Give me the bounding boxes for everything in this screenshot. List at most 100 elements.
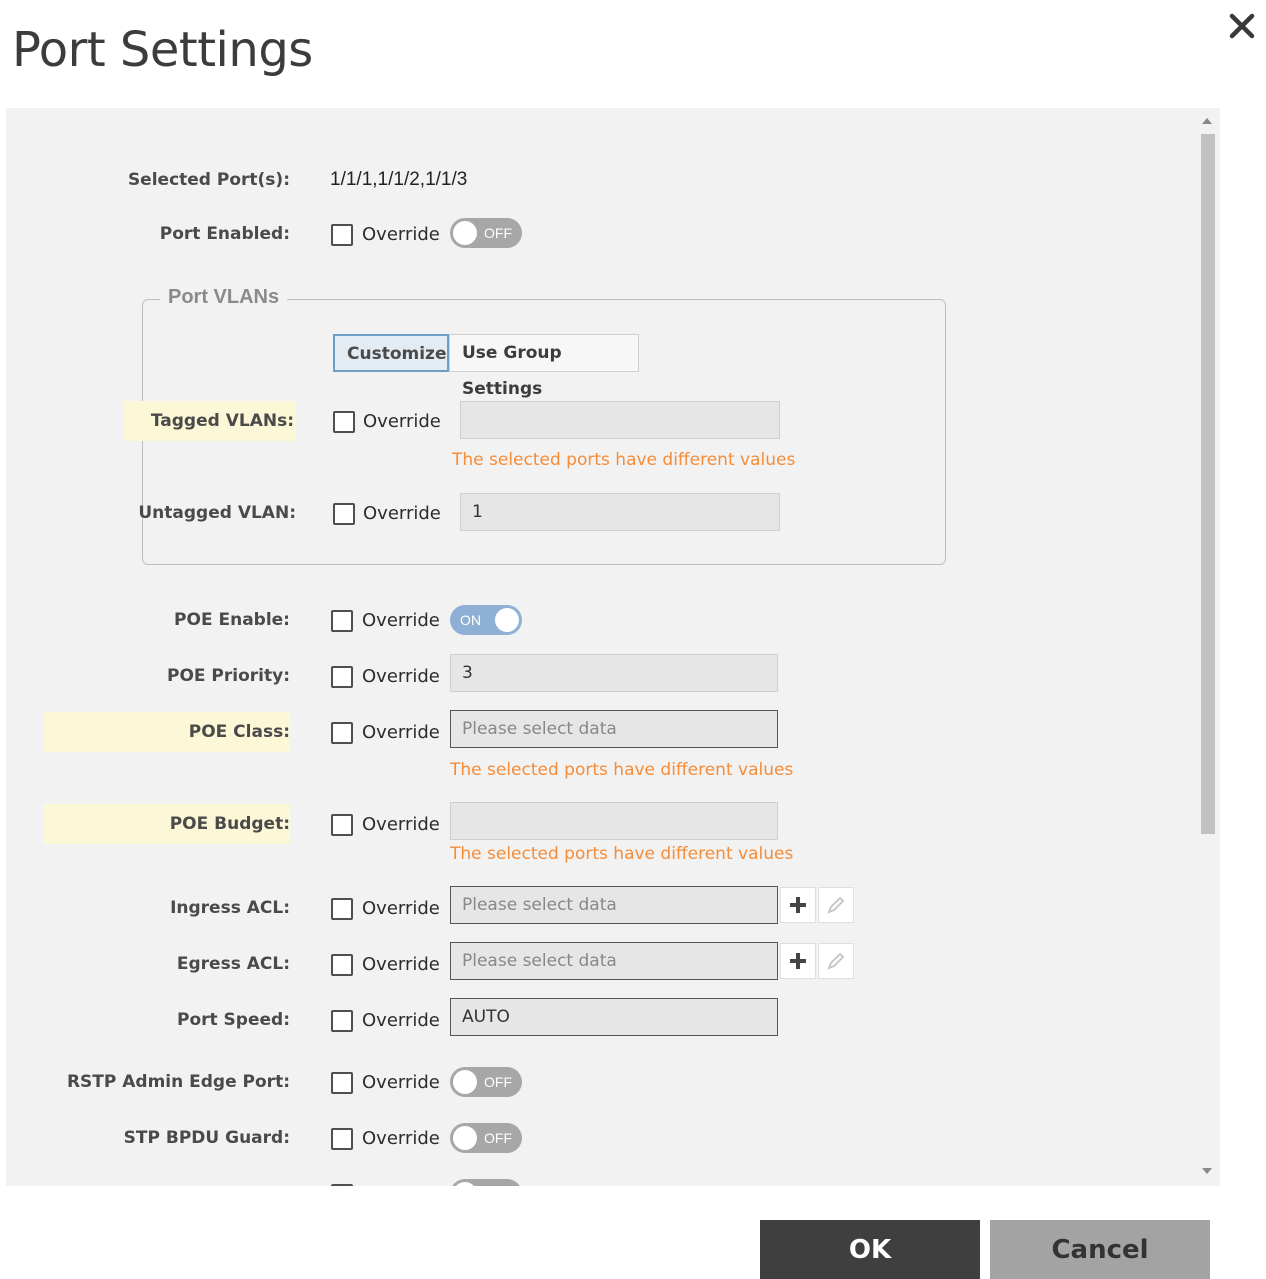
row-partially-visible — [6, 1174, 1196, 1186]
poe-class-warning: The selected ports have different values — [450, 760, 794, 780]
tab-customize[interactable]: Customize — [333, 334, 449, 372]
dialog-title: Port Settings — [12, 22, 313, 78]
row-tagged-vlans: Tagged VLANs: Override — [6, 401, 1196, 441]
toggle-knob — [453, 1070, 477, 1094]
row-ingress-acl: Ingress ACL: Override Please select data — [6, 886, 1196, 928]
scroll-down-arrow-icon[interactable] — [1202, 1168, 1212, 1174]
tagged-vlans-input[interactable] — [460, 401, 780, 439]
stp-bpdu-guard-toggle[interactable]: OFF — [450, 1123, 522, 1153]
row-egress-acl: Egress ACL: Override Please select data — [6, 942, 1196, 984]
row-port-enabled: Port Enabled: Override OFF — [6, 214, 1196, 254]
row-port-speed: Port Speed: Override AUTO — [6, 998, 1196, 1040]
port-enabled-override-label: Override — [362, 224, 440, 245]
poe-class-placeholder: Please select data — [462, 719, 617, 739]
scroll-up-arrow-icon[interactable] — [1202, 118, 1212, 124]
tagged-vlans-warning: The selected ports have different values — [452, 450, 796, 470]
cancel-button[interactable]: Cancel — [990, 1220, 1210, 1279]
tagged-vlans-override-label: Override — [363, 411, 441, 432]
toggle-knob — [495, 608, 519, 632]
close-button[interactable] — [1224, 8, 1260, 44]
poe-enable-label: POE Enable: — [174, 610, 290, 630]
poe-budget-warning: The selected ports have different values — [450, 844, 794, 864]
row-selected-ports: Selected Port(s): 1/1/1,1/1/2,1/1/3 — [6, 160, 1196, 200]
row-poe-budget: POE Budget: Override — [6, 802, 1196, 844]
port-enabled-label: Port Enabled: — [159, 224, 290, 244]
toggle-state-label: OFF — [484, 1130, 512, 1146]
poe-enable-override-checkbox[interactable] — [331, 610, 353, 632]
untagged-vlan-label: Untagged VLAN: — [138, 503, 296, 523]
rstp-admin-edge-toggle[interactable]: OFF — [450, 1067, 522, 1097]
rstp-admin-edge-port-label: RSTP Admin Edge Port: — [66, 1072, 290, 1092]
egress-acl-add-button[interactable] — [780, 943, 816, 979]
egress-acl-select[interactable]: Please select data — [450, 942, 778, 980]
stp-bpdu-guard-label: STP BPDU Guard: — [123, 1128, 290, 1148]
scrollbar-thumb[interactable] — [1201, 134, 1215, 834]
poe-priority-override-checkbox[interactable] — [331, 666, 353, 688]
port-speed-override-label: Override — [362, 1010, 440, 1031]
ok-button[interactable]: OK — [760, 1220, 980, 1279]
egress-acl-override-checkbox[interactable] — [331, 954, 353, 976]
tab-use-group-settings[interactable]: Use Group Settings — [449, 334, 639, 399]
pencil-icon — [827, 952, 845, 970]
poe-enable-override-label: Override — [362, 610, 440, 631]
port-enabled-toggle[interactable]: OFF — [450, 218, 522, 248]
stp-bpdu-guard-override-checkbox[interactable] — [331, 1128, 353, 1150]
poe-budget-override-checkbox[interactable] — [331, 814, 353, 836]
port-speed-label: Port Speed: — [176, 1010, 290, 1030]
partial-toggle[interactable] — [450, 1179, 522, 1186]
row-untagged-vlan: Untagged VLAN: Override 1 — [6, 493, 1196, 533]
ingress-acl-override-checkbox[interactable] — [331, 898, 353, 920]
poe-class-select[interactable]: Please select data — [450, 710, 778, 748]
plus-icon — [790, 953, 806, 969]
egress-acl-override-label: Override — [362, 954, 440, 975]
ingress-acl-select[interactable]: Please select data — [450, 886, 778, 924]
tagged-vlans-label: Tagged VLANs: — [124, 401, 296, 441]
untagged-vlan-override-checkbox[interactable] — [333, 503, 355, 525]
poe-priority-input[interactable]: 3 — [450, 654, 778, 692]
port-vlans-legend: Port VLANs — [160, 286, 288, 309]
ingress-acl-add-button[interactable] — [780, 887, 816, 923]
port-enabled-override-checkbox[interactable] — [331, 224, 353, 246]
rstp-admin-edge-override-checkbox[interactable] — [331, 1072, 353, 1094]
selected-ports-label: Selected Port(s): — [127, 170, 290, 190]
toggle-knob — [453, 1182, 477, 1186]
egress-acl-placeholder: Please select data — [462, 951, 617, 971]
poe-budget-input[interactable] — [450, 802, 778, 840]
rstp-admin-edge-override-label: Override — [362, 1072, 440, 1093]
poe-budget-label: POE Budget: — [44, 804, 290, 844]
poe-enable-toggle[interactable]: ON — [450, 605, 522, 635]
egress-acl-edit-button[interactable] — [818, 943, 854, 979]
port-speed-override-checkbox[interactable] — [331, 1010, 353, 1032]
ingress-acl-label: Ingress ACL: — [170, 898, 290, 918]
row-poe-class: POE Class: Override Please select data — [6, 710, 1196, 752]
poe-class-override-label: Override — [362, 722, 440, 743]
plus-icon — [790, 897, 806, 913]
toggle-knob — [453, 221, 477, 245]
ingress-acl-edit-button[interactable] — [818, 887, 854, 923]
selected-ports-value: 1/1/1,1/1/2,1/1/3 — [330, 169, 468, 190]
ingress-acl-override-label: Override — [362, 898, 440, 919]
port-speed-select[interactable]: AUTO — [450, 998, 778, 1036]
toggle-knob — [453, 1126, 477, 1150]
tagged-vlans-override-checkbox[interactable] — [333, 411, 355, 433]
close-icon — [1229, 13, 1255, 39]
poe-priority-label: POE Priority: — [166, 666, 290, 686]
poe-budget-override-label: Override — [362, 814, 440, 835]
vertical-scrollbar[interactable] — [1198, 110, 1218, 1186]
stp-bpdu-guard-override-label: Override — [362, 1128, 440, 1149]
toggle-state-label: ON — [460, 612, 481, 628]
settings-panel: Selected Port(s): 1/1/1,1/1/2,1/1/3 Port… — [6, 108, 1220, 1186]
poe-class-override-checkbox[interactable] — [331, 722, 353, 744]
partial-override-checkbox[interactable] — [331, 1184, 353, 1186]
toggle-state-label: OFF — [484, 1074, 512, 1090]
poe-class-label: POE Class: — [44, 712, 290, 752]
untagged-vlan-input[interactable]: 1 — [460, 493, 780, 531]
egress-acl-label: Egress ACL: — [176, 954, 290, 974]
toggle-state-label: OFF — [484, 225, 512, 241]
row-stp-bpdu-guard: STP BPDU Guard: Override OFF — [6, 1118, 1196, 1158]
poe-priority-override-label: Override — [362, 666, 440, 687]
row-poe-priority: POE Priority: Override 3 — [6, 654, 1196, 696]
pencil-icon — [827, 896, 845, 914]
row-poe-enable: POE Enable: Override ON — [6, 600, 1196, 640]
ingress-acl-placeholder: Please select data — [462, 895, 617, 915]
